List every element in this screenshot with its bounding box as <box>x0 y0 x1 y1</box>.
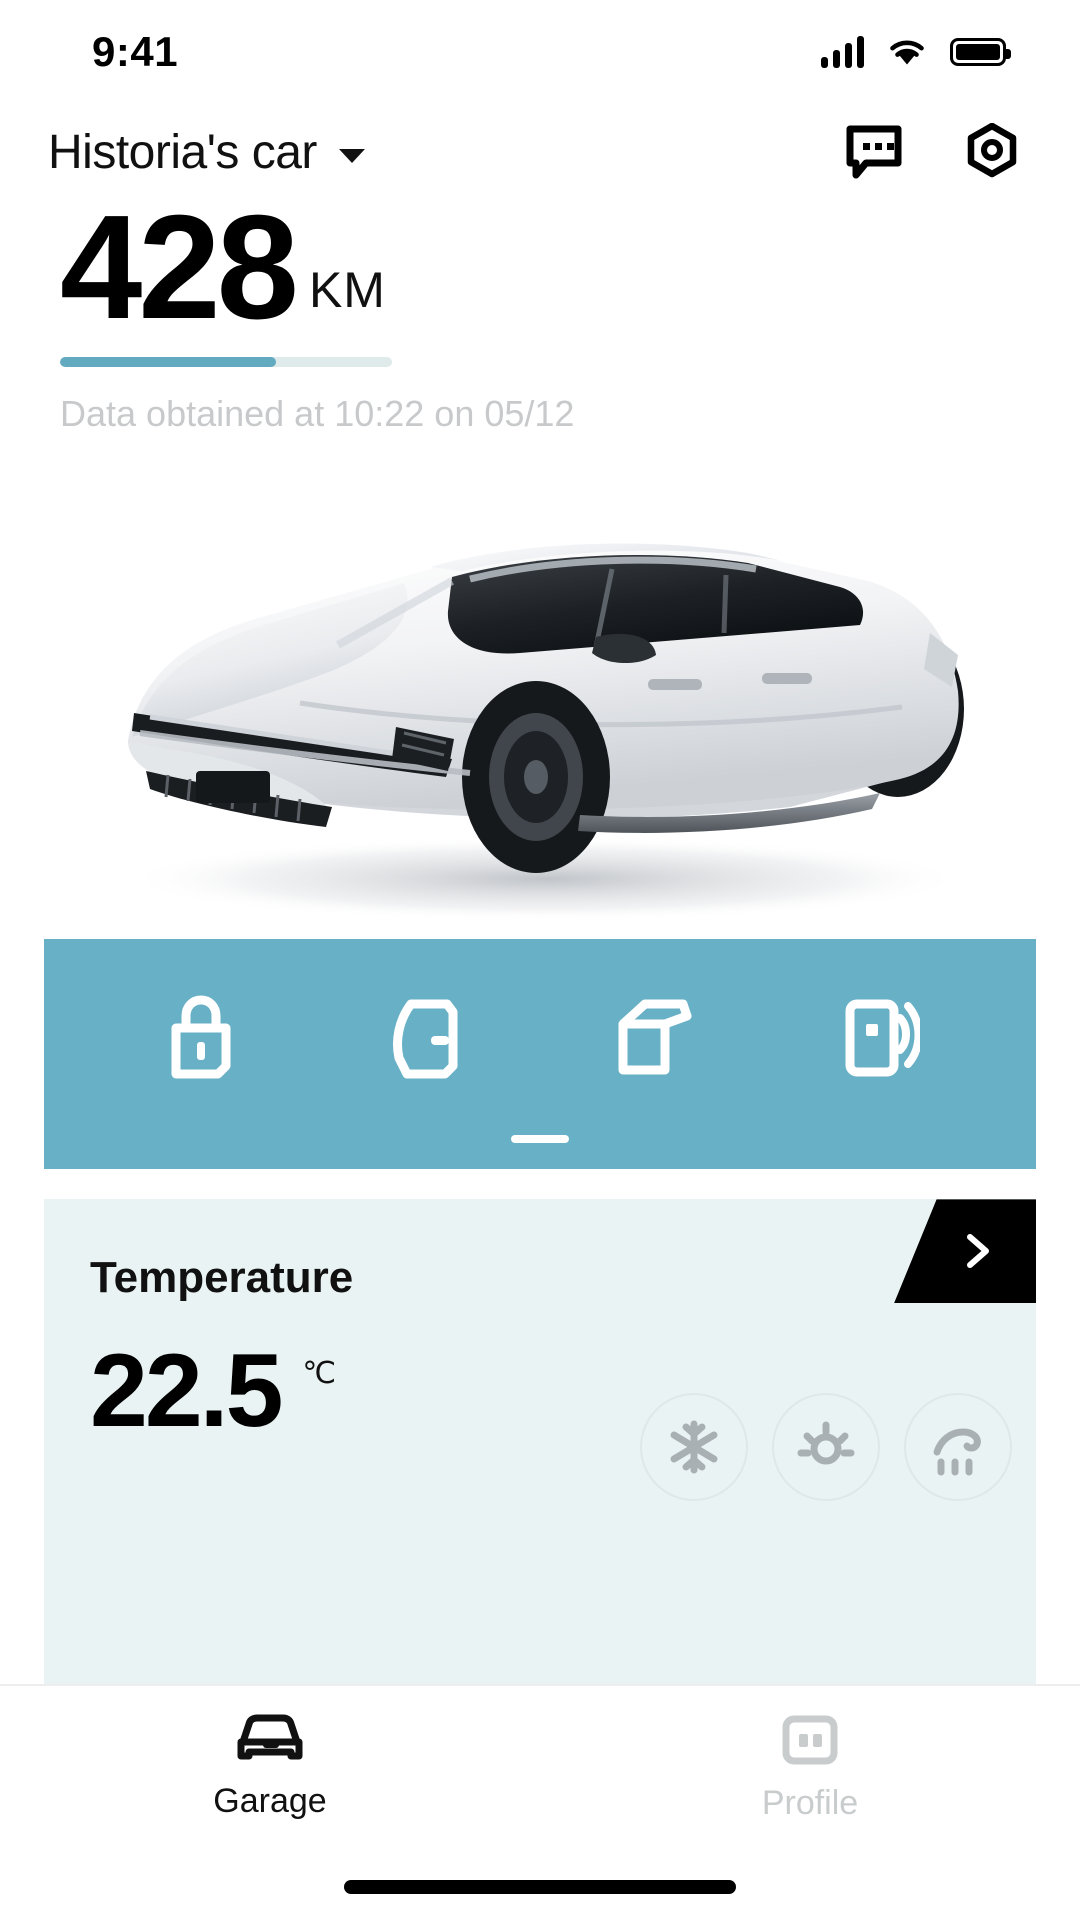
lock-button[interactable] <box>146 982 256 1092</box>
vehicle-image <box>0 441 1080 931</box>
temperature-unit: ℃ <box>302 1357 337 1391</box>
trunk-button[interactable] <box>598 982 708 1092</box>
climate-controls <box>640 1393 1012 1502</box>
status-icons <box>821 36 1011 68</box>
settings-gear-icon[interactable] <box>962 122 1022 182</box>
home-indicator <box>344 1880 736 1894</box>
lock-icon <box>171 995 231 1079</box>
car-front-icon <box>237 1714 303 1760</box>
wifi-icon <box>890 40 924 65</box>
car-door-icon <box>393 999 458 1079</box>
defrost-icon <box>933 1428 981 1476</box>
white-suv-three-quarter-view <box>125 543 965 922</box>
data-timestamp-label: Data obtained at 10:22 on 05/12 <box>60 393 575 435</box>
car-name-label: Historia's car <box>48 125 317 179</box>
heating-button[interactable] <box>772 1393 880 1502</box>
header-actions <box>844 122 1022 182</box>
door-button[interactable] <box>372 982 482 1092</box>
quick-action-icons <box>44 939 1036 1135</box>
phone-key-signal-icon <box>845 999 920 1077</box>
cooling-button[interactable] <box>640 1393 748 1502</box>
tab-garage[interactable]: Garage <box>0 1712 540 1821</box>
quick-action-bar <box>44 939 1036 1170</box>
temperature-card-title: Temperature <box>90 1253 354 1303</box>
temperature-readout: 22.5 ℃ <box>44 1303 1036 1502</box>
battery-progress-bar <box>60 357 392 368</box>
status-bar: 9:41 <box>0 0 1080 104</box>
app-header: Historia's car <box>0 104 1080 182</box>
car-selector[interactable]: Historia's car <box>48 125 365 180</box>
profile-card-icon <box>782 1715 838 1765</box>
tab-profile[interactable]: Profile <box>540 1712 1080 1823</box>
battery-full-icon <box>950 38 1011 66</box>
bottom-navigation: Garage Profile <box>0 1684 1080 1920</box>
snowflake-icon <box>670 1420 718 1474</box>
tab-profile-label: Profile <box>761 1784 859 1822</box>
chevron-down-icon <box>338 149 365 163</box>
message-bubble-icon[interactable] <box>844 122 904 182</box>
page-dash-indicator[interactable] <box>511 1135 569 1144</box>
range-block: 428 KM Data obtained at 10:22 on 05/12 <box>0 182 1080 435</box>
temperature-value: 22.5 <box>90 1333 283 1450</box>
status-time: 9:41 <box>92 28 179 75</box>
tab-garage-label: Garage <box>213 1782 327 1820</box>
chevron-right-icon <box>967 1234 989 1269</box>
sun-icon <box>797 1421 855 1465</box>
trunk-open-icon <box>618 999 692 1075</box>
remote-button[interactable] <box>824 982 934 1092</box>
range-row: 428 KM <box>60 185 1032 350</box>
range-value: 428 <box>60 185 299 350</box>
app-screen: 9:41 Historia's car 428 KM Data obtained… <box>0 0 1080 1920</box>
range-unit: KM <box>308 262 386 319</box>
defrost-button[interactable] <box>904 1393 1012 1502</box>
cellular-signal-icon <box>821 36 864 68</box>
